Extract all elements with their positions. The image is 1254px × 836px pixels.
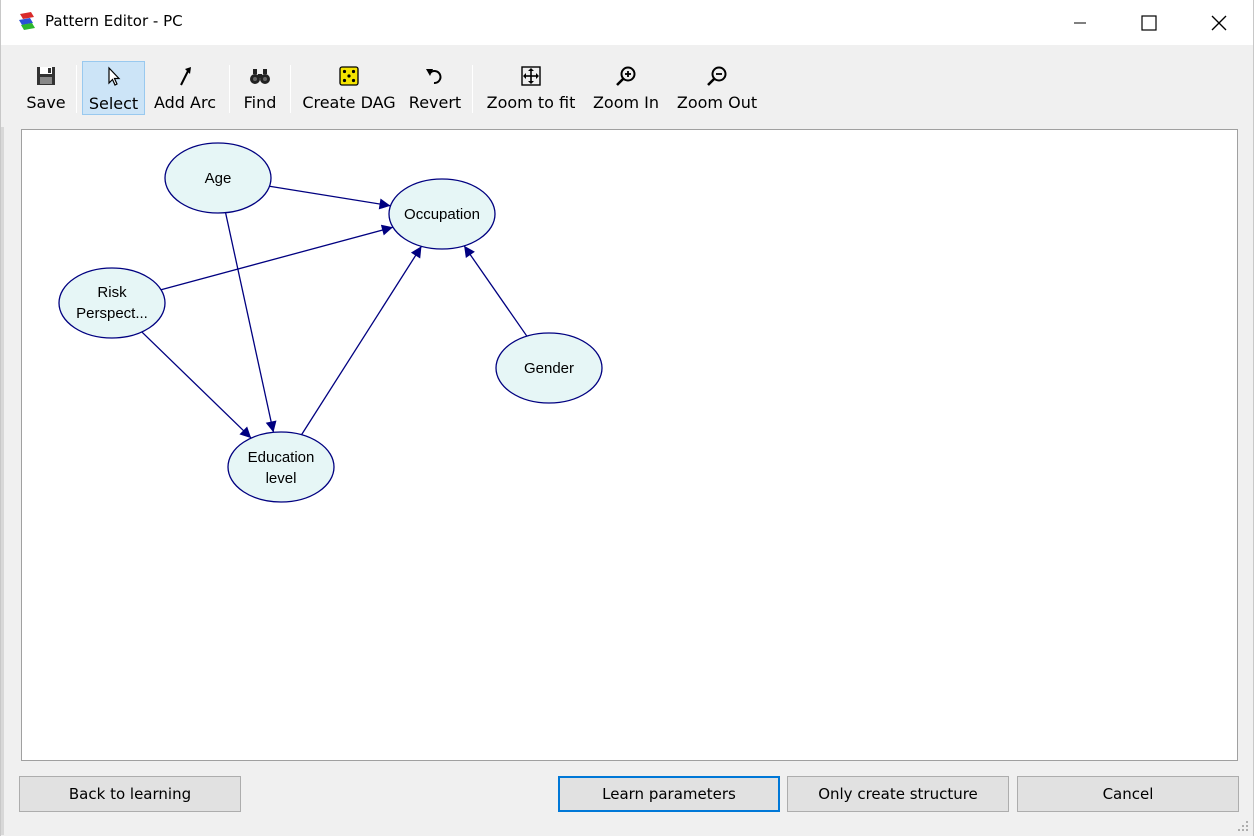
only-create-structure-button[interactable]: Only create structure <box>787 776 1009 812</box>
toolbar-separator <box>76 65 77 113</box>
minimize-icon <box>1074 22 1086 23</box>
create-dag-button[interactable]: Create DAG <box>300 61 398 115</box>
close-icon <box>1211 15 1227 30</box>
arc-arrow-icon <box>180 67 191 86</box>
zoom-to-fit-button[interactable]: Zoom to fit <box>482 61 580 115</box>
maximize-button[interactable] <box>1114 0 1184 45</box>
cancel-button[interactable]: Cancel <box>1017 776 1239 812</box>
node-education-label-line2: level <box>266 470 297 487</box>
zoom-in-button[interactable]: Zoom In <box>588 61 664 115</box>
node-age-label: Age <box>205 170 232 187</box>
node-risk-perspective[interactable]: Risk Perspect... <box>58 267 166 339</box>
zoom-out-icon <box>707 66 727 86</box>
window-title: Pattern Editor - PC <box>45 12 183 30</box>
maximize-icon <box>1141 14 1157 31</box>
learn-parameters-button[interactable]: Learn parameters <box>558 776 780 812</box>
node-gender-label: Gender <box>524 360 574 377</box>
back-to-learning-button[interactable]: Back to learning <box>19 776 241 812</box>
toolbar-separator <box>290 65 291 113</box>
minimize-button[interactable] <box>1045 0 1115 45</box>
toolbar-separator <box>229 65 230 113</box>
toolbar: Save Select Add Arc Find Create DAG Reve… <box>1 45 1253 127</box>
edge-risk-to-occupation[interactable] <box>160 224 394 291</box>
node-age[interactable]: Age <box>164 142 272 214</box>
edge-risk-to-education[interactable] <box>141 331 252 439</box>
node-education-label-line1: Education <box>248 449 315 466</box>
zoom-fit-icon <box>521 66 541 86</box>
cursor-arrow-icon <box>107 66 120 86</box>
toolbar-separator <box>472 65 473 113</box>
graph-svg: Age Occupation Risk Perspect... Gender E <box>58 142 603 503</box>
find-button[interactable]: Find <box>239 61 281 115</box>
node-education-level[interactable]: Education level <box>227 431 335 503</box>
window-edge <box>1 45 4 835</box>
floppy-disk-icon <box>37 67 55 85</box>
binoculars-icon <box>250 69 270 84</box>
undo-icon <box>426 69 442 84</box>
zoom-out-button[interactable]: Zoom Out <box>672 61 762 115</box>
dice-icon <box>339 66 359 86</box>
pattern-editor-window: Pattern Editor - PC Save Select Add Arc … <box>0 0 1254 836</box>
select-button[interactable]: Select <box>82 61 145 115</box>
resize-grip-icon[interactable] <box>1237 820 1249 832</box>
node-occupation-label: Occupation <box>404 206 480 223</box>
revert-button[interactable]: Revert <box>406 61 464 115</box>
close-button[interactable] <box>1184 0 1254 45</box>
edge-age-to-education[interactable] <box>224 212 277 433</box>
title-bar: Pattern Editor - PC <box>1 0 1253 45</box>
save-button[interactable]: Save <box>25 61 67 115</box>
node-risk-label-line1: Risk <box>97 284 127 301</box>
edge-age-to-occupation[interactable] <box>269 185 391 210</box>
edge-education-to-occupation[interactable] <box>300 245 423 436</box>
node-risk-label-line2: Perspect... <box>76 305 148 322</box>
graph-canvas[interactable]: Age Occupation Risk Perspect... Gender E <box>21 129 1238 761</box>
add-arc-button[interactable]: Add Arc <box>150 61 220 115</box>
zoom-in-icon <box>616 66 636 86</box>
node-occupation[interactable]: Occupation <box>388 178 496 250</box>
node-gender[interactable]: Gender <box>495 332 603 404</box>
edge-gender-to-occupation[interactable] <box>463 245 528 337</box>
app-icon <box>19 12 35 30</box>
